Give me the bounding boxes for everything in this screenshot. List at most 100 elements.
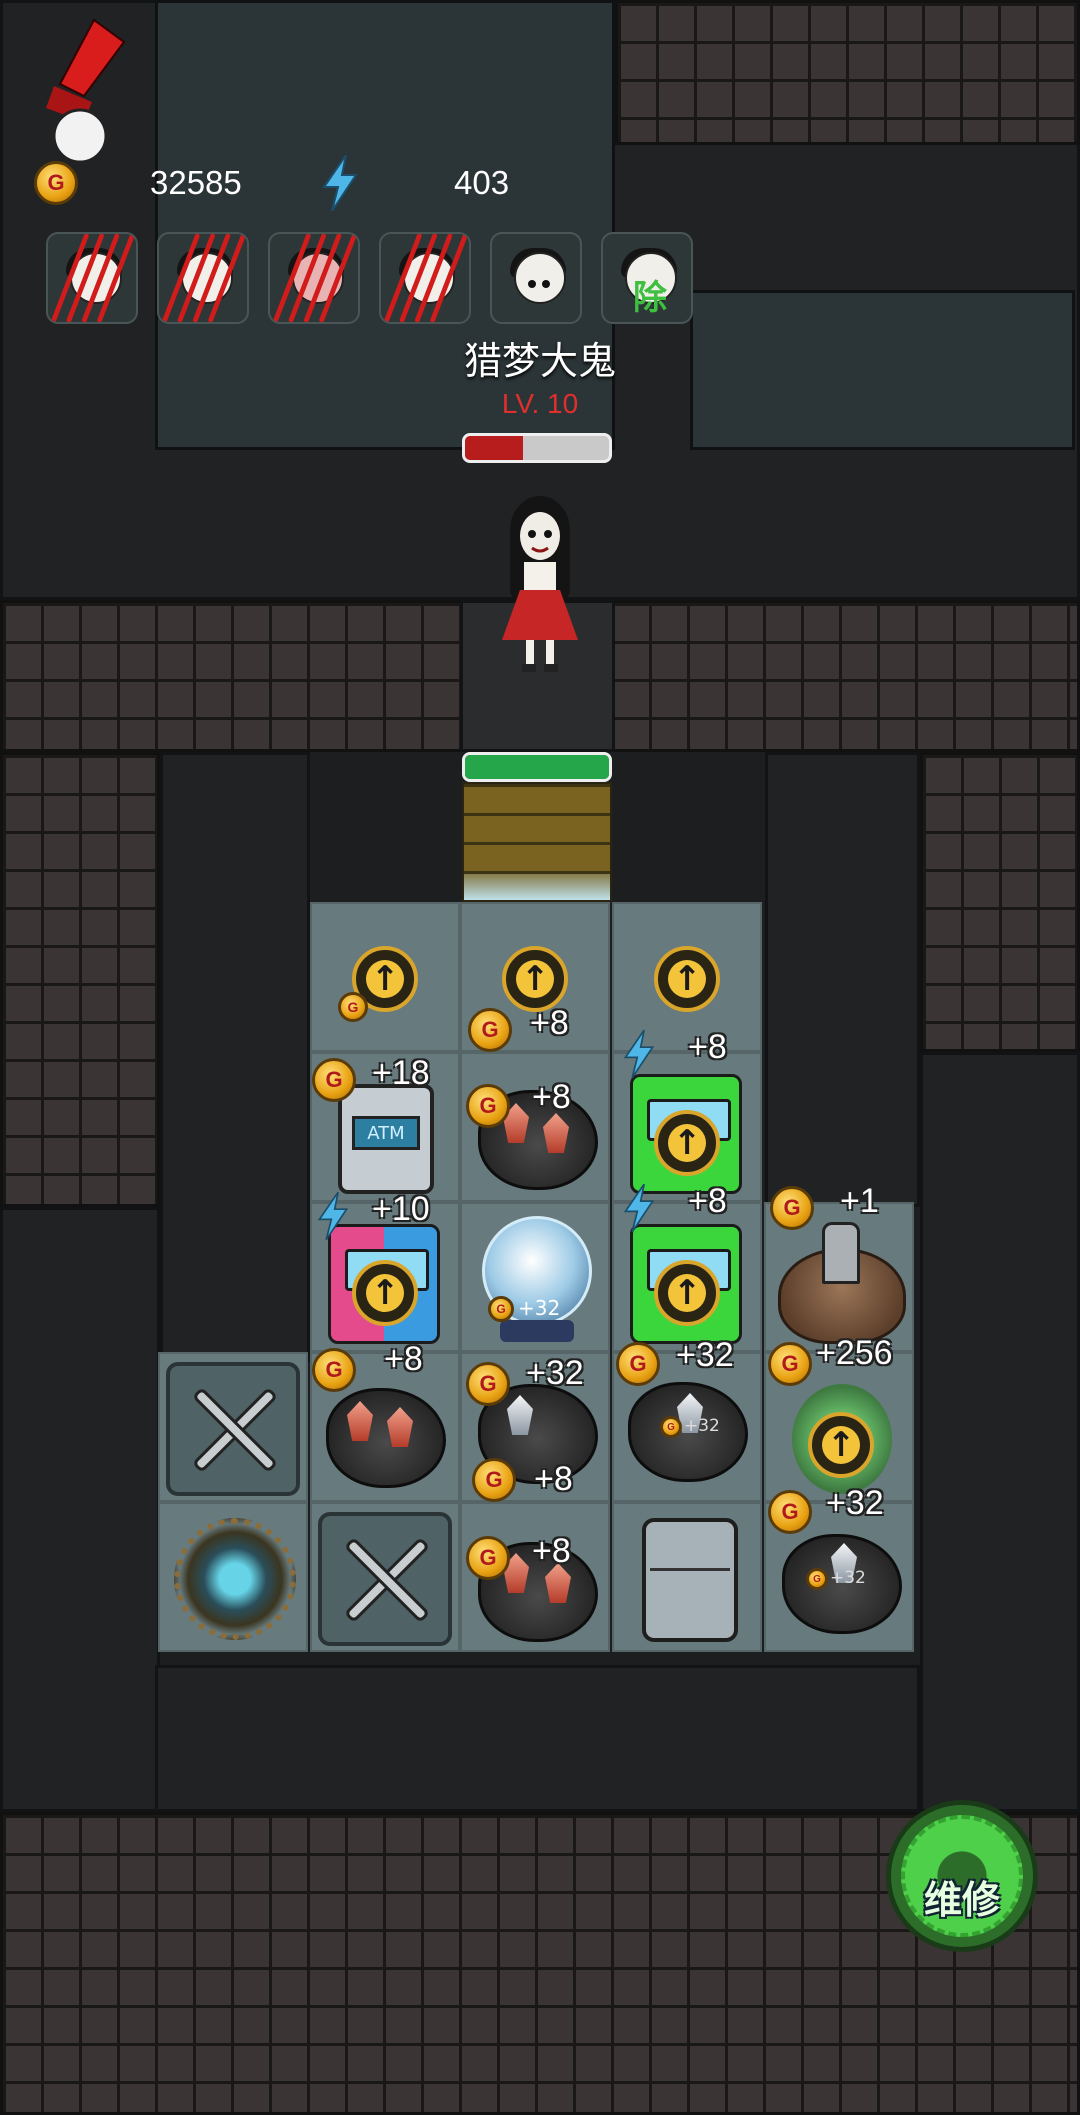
grid-cell-r5c1[interactable] [158, 1502, 308, 1652]
grid-cell-r5c4[interactable] [612, 1502, 762, 1652]
grid-cell-r2c2[interactable]: ATM G +18 [310, 1052, 460, 1202]
ore-rock-red[interactable] [326, 1388, 446, 1488]
gold-amount: 32585 [150, 164, 242, 201]
gold-coin-icon: G [770, 1186, 814, 1230]
brick-wall-left [0, 752, 160, 1207]
upgrade-arrow-icon[interactable]: ↑ [654, 1260, 720, 1326]
item-value-label: +8 [384, 1340, 423, 1378]
grid-cell-r3c4[interactable]: ↑ +8 [612, 1182, 762, 1352]
grid-cell-r3c3[interactable]: G +32 [460, 1202, 610, 1352]
upgrade-arrow-icon[interactable]: ↑ [808, 1412, 874, 1478]
refrigerator-divider [650, 1568, 730, 1571]
grid-cell-r1c2[interactable]: ↑ G [310, 902, 460, 1052]
grid-cell-r4c4[interactable]: G +32 G +32 [612, 1336, 762, 1502]
item-value-label: +32 [826, 1484, 884, 1522]
gold-counter: G 32585 [34, 155, 242, 211]
item-small-value: +32 [684, 1416, 720, 1436]
claw-slash-icon [384, 234, 468, 322]
party-slot-3[interactable] [268, 232, 360, 324]
ghost-eye [542, 280, 550, 288]
item-value-label: +18 [372, 1054, 430, 1092]
gold-coin-icon: G [468, 1008, 512, 1052]
gold-coin-icon: G [488, 1296, 514, 1322]
gold-coin-icon: G [768, 1490, 812, 1534]
grid-cell-r4c3[interactable]: G +32 G +8 [460, 1352, 610, 1502]
upgrade-arrow-icon[interactable]: ↑ [352, 1260, 418, 1326]
gold-coin-icon: G [34, 161, 78, 205]
lightning-icon [317, 1191, 349, 1241]
item-small-value: +32 [518, 1296, 561, 1320]
claw-slash-icon [162, 234, 246, 322]
gold-coin-icon: G [312, 1058, 356, 1102]
grid-cell-r5c5[interactable]: G +32 G +32 [764, 1484, 914, 1652]
item-value-label: +8 [688, 1182, 727, 1220]
grid-cell-r3c5[interactable]: G +1 [764, 1182, 914, 1352]
brick-wall-right [920, 752, 1080, 1052]
lightning-icon [623, 1183, 655, 1233]
gold-coin-icon: G [466, 1362, 510, 1406]
repair-tools-icon[interactable] [166, 1362, 300, 1496]
repair-button-label: 维修 [923, 1877, 1000, 1922]
gold-coin-icon: G [660, 1416, 682, 1438]
door-health-fill [465, 755, 609, 779]
item-small-value: +32 [830, 1568, 866, 1588]
atm-machine[interactable]: ATM [338, 1084, 434, 1194]
item-value-label: +10 [372, 1190, 430, 1228]
grid-cell-r5c2[interactable] [310, 1502, 460, 1652]
party-slot-6[interactable]: 除 [601, 232, 693, 324]
party-slot-1[interactable] [46, 232, 138, 324]
map-pin-icon[interactable] [32, 18, 132, 168]
item-value-label: +1 [840, 1182, 879, 1220]
dark-area-bottom [0, 1207, 160, 1812]
grid-cell-r5c3[interactable]: G +8 [460, 1502, 610, 1652]
gold-coin-icon: G [616, 1342, 660, 1386]
gold-coin-icon: G [466, 1084, 510, 1128]
gold-coin-icon: G [312, 1348, 356, 1392]
grid-cell-r1c3[interactable]: ↑ G +8 [460, 902, 610, 1052]
dark-floor-below-grid [155, 1665, 920, 1812]
lightning-icon [623, 1029, 655, 1079]
boss-health-bar [462, 433, 612, 463]
thorn-orb-trap[interactable] [174, 1518, 296, 1640]
item-value-label: +256 [816, 1334, 893, 1372]
plasma-ball-base [500, 1320, 574, 1342]
grid-cell-r2c3[interactable]: G +8 [460, 1052, 610, 1202]
dormitory-door[interactable] [462, 782, 612, 902]
boss-level: LV. 10 [501, 388, 579, 419]
grid-cell-r4c1[interactable] [158, 1352, 308, 1502]
dark-area-lower-right [920, 1052, 1080, 1812]
brick-wall-top-right [615, 0, 1080, 145]
red-crystal [543, 1113, 569, 1153]
party-slot-2[interactable] [157, 232, 249, 324]
grid-cell-r2c4[interactable]: ↑ +8 [612, 1028, 762, 1202]
item-value-label: +8 [532, 1532, 571, 1570]
gold-coin-icon: G [472, 1458, 516, 1502]
refrigerator[interactable] [642, 1518, 738, 1642]
gold-coin-icon: G [338, 992, 368, 1022]
boss-health-fill [465, 436, 523, 460]
item-value-label: +32 [526, 1354, 584, 1392]
dark-area-left [160, 752, 310, 1362]
girl-ghost-character[interactable] [490, 490, 590, 680]
upgrade-arrow-icon[interactable]: ↑ [654, 1110, 720, 1176]
gold-coin-icon: G [466, 1536, 510, 1580]
atm-screen: ATM [352, 1116, 420, 1150]
exorcise-tag: 除 [633, 278, 667, 318]
claw-slash-icon [51, 234, 135, 322]
party-slot-5[interactable] [490, 232, 582, 324]
grid-cell-r4c2[interactable]: G +8 [310, 1340, 460, 1502]
silver-crystal [507, 1395, 533, 1435]
gold-coin-icon: G [806, 1568, 828, 1590]
upgrade-arrow-icon[interactable]: ↑ [502, 946, 568, 1012]
grid-cell-r4c5[interactable]: ↑ G +256 [764, 1334, 914, 1502]
grid-cell-r3c2[interactable]: ↑ +10 [310, 1190, 460, 1352]
upgrade-arrow-icon[interactable]: ↑ [654, 946, 720, 1012]
item-value-label: +8 [534, 1460, 573, 1498]
repair-button[interactable]: 维修 [886, 1800, 1038, 1952]
ghost-face [514, 252, 566, 304]
item-value-label: +32 [676, 1336, 734, 1374]
coin-letter: G [47, 170, 65, 195]
repair-tools-icon[interactable] [318, 1512, 452, 1646]
party-slot-4[interactable] [379, 232, 471, 324]
item-value-label: +8 [688, 1028, 727, 1066]
